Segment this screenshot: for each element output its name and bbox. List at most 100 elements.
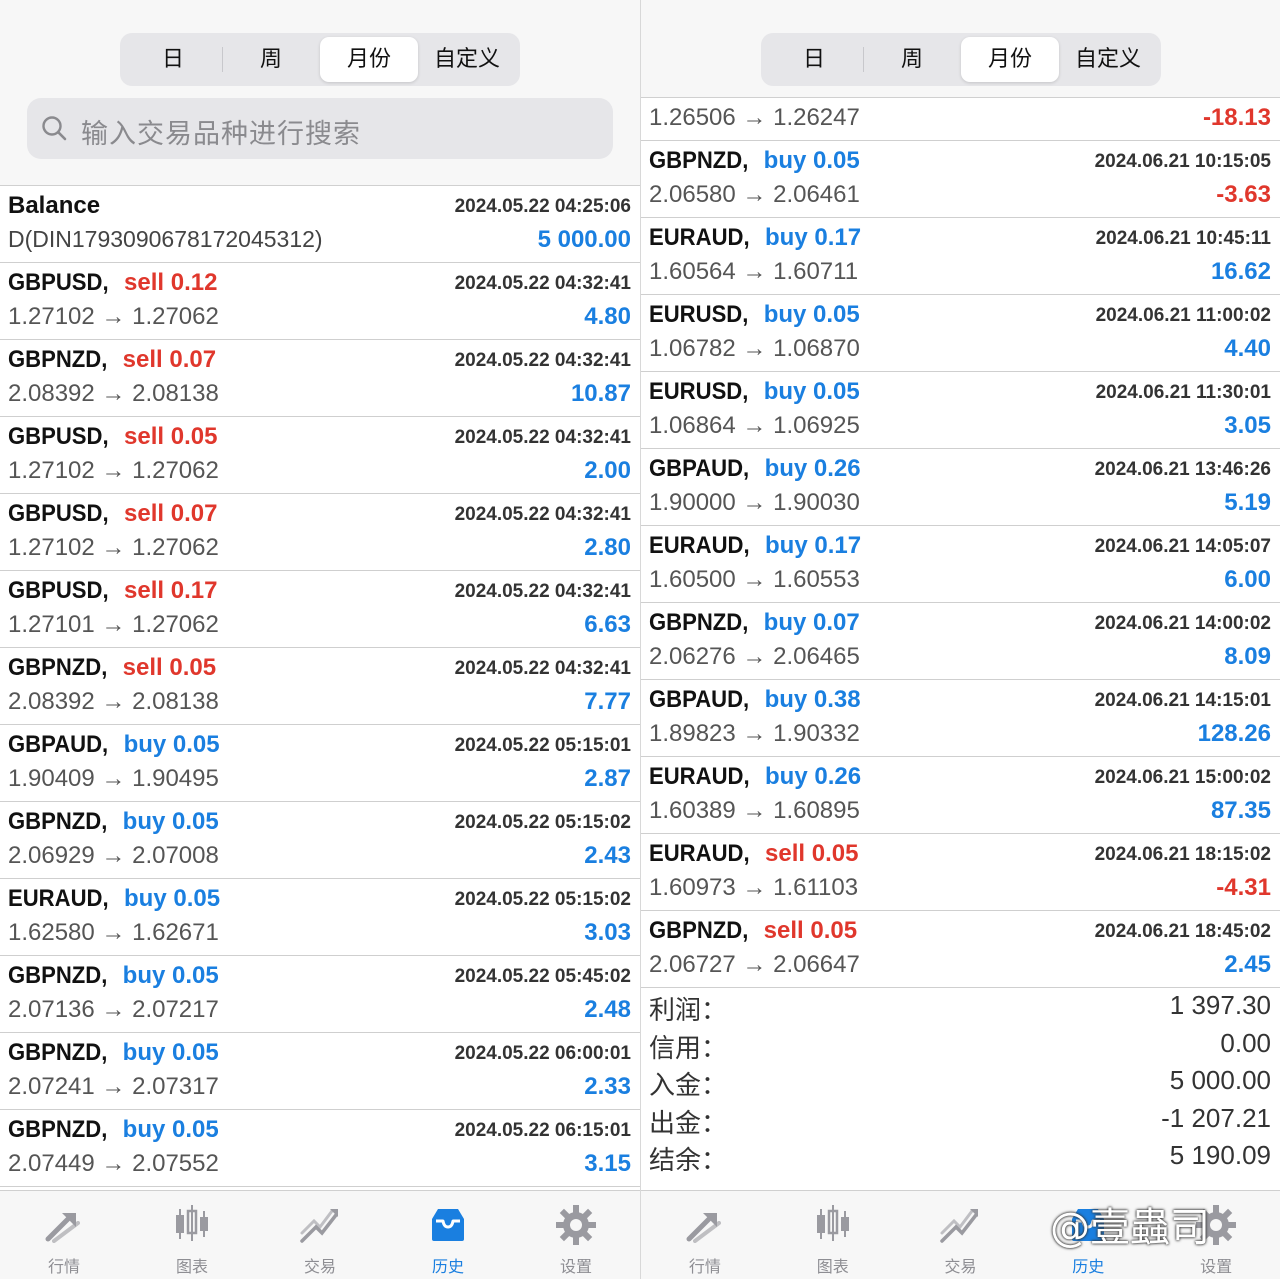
- deal-list: Balance 2024.05.22 04:25:06 D(DIN1793090…: [0, 186, 640, 1187]
- summary-label: 入金：: [649, 1071, 728, 1101]
- deal-side-volume: sell 0.17: [124, 577, 218, 604]
- balance-label: Balance: [8, 192, 101, 219]
- deal-symbol: GBPNZD,: [8, 346, 108, 373]
- balance-row[interactable]: Balance 2024.05.22 04:25:06 D(DIN1793090…: [0, 186, 640, 263]
- deal-profit: 2.80: [584, 534, 631, 561]
- deal-row[interactable]: GBPUSD, sell 0.12 2024.05.22 04:32:41 1.27…: [0, 263, 640, 340]
- deal-time: 2024.06.21 14:00:02: [1094, 613, 1271, 634]
- segment-day[interactable]: 日: [124, 37, 222, 82]
- deal-side-volume: sell 0.05: [765, 840, 859, 867]
- segment-custom[interactable]: 自定义: [1059, 37, 1157, 82]
- deal-symbol-line: GBPNZD, buy 0.05: [649, 147, 860, 175]
- deal-symbol: GBPNZD,: [8, 808, 108, 835]
- deal-prices: 2.07241 → 2.07317: [8, 1073, 219, 1100]
- deal-row[interactable]: GBPUSD, sell 0.05 2024.05.22 04:32:41 1.27…: [0, 417, 640, 494]
- left-screen: 日 周 月份 自定义 输入交易品种进行搜索 Balance 2024.05.22…: [0, 0, 640, 1279]
- segment-week[interactable]: 周: [222, 37, 320, 82]
- deal-row[interactable]: GBPAUD, buy 0.38 2024.06.21 14:15:01 1.898…: [641, 680, 1280, 757]
- deal-profit: -4.31: [1216, 874, 1271, 901]
- deal-row[interactable]: EURAUD, buy 0.17 2024.06.21 10:45:11 1.605…: [641, 218, 1280, 295]
- segment-custom[interactable]: 自定义: [418, 37, 516, 82]
- tab-quotes[interactable]: 行情: [0, 1191, 128, 1279]
- deal-time: 2024.06.21 14:15:01: [1094, 690, 1271, 711]
- deal-side-volume: buy 0.05: [123, 731, 220, 758]
- deal-symbol: GBPNZD,: [649, 917, 749, 944]
- summary-row: 入金： 5 000.00: [641, 1061, 1280, 1101]
- deal-row[interactable]: GBPNZD, buy 0.05 2024.05.22 05:45:02 2.071…: [0, 956, 640, 1033]
- deal-row[interactable]: GBPNZD, buy 0.05 2024.06.21 10:15:05 2.065…: [641, 141, 1280, 218]
- deal-row[interactable]: GBPNZD, buy 0.05 2024.05.22 06:15:01 2.074…: [0, 1110, 640, 1187]
- tab-trade[interactable]: 交易: [897, 1191, 1025, 1279]
- deal-row[interactable]: GBPNZD, buy 0.07 2024.06.21 14:00:02 2.062…: [641, 603, 1280, 680]
- deal-profit: 8.09: [1224, 643, 1271, 670]
- deal-time: 2024.06.21 10:15:05: [1094, 151, 1271, 172]
- deal-row[interactable]: GBPAUD, buy 0.26 2024.06.21 13:46:26 1.900…: [641, 449, 1280, 526]
- deal-side-volume: buy 0.05: [122, 808, 219, 835]
- tab-chart[interactable]: 图表: [128, 1191, 256, 1279]
- deal-prices: 1.06782 → 1.06870: [649, 335, 860, 362]
- deal-symbol: EURAUD,: [8, 885, 109, 912]
- deal-prices: 1.27102 → 1.27062: [8, 457, 219, 484]
- deal-prices: 1.06864 → 1.06925: [649, 412, 860, 439]
- tab-label: 历史: [1072, 1257, 1105, 1276]
- deal-row[interactable]: GBPNZD, buy 0.05 2024.05.22 05:15:02 2.069…: [0, 802, 640, 879]
- deal-row[interactable]: GBPUSD, sell 0.07 2024.05.22 04:32:41 1.27…: [0, 494, 640, 571]
- deal-list: 1.26506 → 1.26247 -18.13 GBPNZD, buy 0.05 2…: [641, 64, 1280, 988]
- deal-side-volume: buy 0.05: [124, 885, 221, 912]
- segment-month[interactable]: 月份: [961, 37, 1059, 82]
- tab-trade[interactable]: 交易: [256, 1191, 384, 1279]
- settings-icon: [556, 1205, 596, 1245]
- deal-prices: 2.08392 → 2.08138: [8, 688, 219, 715]
- summary-label: 出金：: [649, 1108, 728, 1139]
- tab-chart[interactable]: 图表: [769, 1191, 897, 1279]
- deal-symbol-line: GBPNZD, buy 0.05: [8, 808, 219, 836]
- deal-symbol: EURAUD,: [649, 224, 750, 251]
- tab-label: 交易: [303, 1257, 336, 1276]
- deal-row[interactable]: EURUSD, buy 0.05 2024.06.21 11:30:01 1.068…: [641, 372, 1280, 449]
- deal-time: 2024.06.21 18:15:02: [1094, 844, 1271, 865]
- deal-row[interactable]: GBPNZD, sell 0.05 2024.06.21 18:45:02 2.06…: [641, 911, 1280, 988]
- deal-time: 2024.06.21 15:00:02: [1094, 767, 1271, 788]
- deal-symbol: GBPNZD,: [8, 962, 108, 989]
- tab-history[interactable]: 历史: [384, 1191, 512, 1279]
- deal-row[interactable]: GBPNZD, buy 0.05 2024.05.22 06:00:01 2.072…: [0, 1033, 640, 1110]
- segment-day[interactable]: 日: [765, 37, 863, 82]
- deal-prices: 2.08392 → 2.08138: [8, 380, 219, 407]
- summary-label: 信用：: [649, 1033, 728, 1064]
- tab-settings[interactable]: 设置: [512, 1191, 640, 1279]
- summary-value: 1 397.30: [1169, 990, 1271, 1020]
- deal-row[interactable]: GBPNZD, sell 0.07 2024.05.22 04:32:41 2.08…: [0, 340, 640, 417]
- deal-row[interactable]: EURUSD, buy 0.05 2024.06.21 11:00:02 1.067…: [641, 295, 1280, 372]
- tab-quotes[interactable]: 行情: [641, 1191, 769, 1279]
- deal-prices: 1.26506 → 1.26247: [649, 104, 860, 131]
- deal-prices: 1.27102 → 1.27062: [8, 534, 219, 561]
- deal-symbol: GBPAUD,: [649, 686, 750, 713]
- deal-time: 2024.05.22 04:32:41: [454, 350, 631, 371]
- deal-row[interactable]: EURAUD, sell 0.05 2024.06.21 18:15:02 1.60…: [641, 834, 1280, 911]
- deal-row[interactable]: EURAUD, buy 0.26 2024.06.21 15:00:02 1.603…: [641, 757, 1280, 834]
- deal-time: 2024.05.22 04:32:41: [454, 427, 631, 448]
- deal-symbol: GBPNZD,: [649, 609, 749, 636]
- deal-row[interactable]: GBPNZD, sell 0.05 2024.05.22 04:32:41 2.08…: [0, 648, 640, 725]
- deal-row[interactable]: GBPUSD, sell 0.17 2024.05.22 04:32:41 1.27…: [0, 571, 640, 648]
- deal-row[interactable]: GBPAUD, buy 0.05 2024.05.22 05:15:01 1.904…: [0, 725, 640, 802]
- deal-prices: 1.62580 → 1.62671: [8, 919, 219, 946]
- segment-month[interactable]: 月份: [320, 37, 418, 82]
- deal-row[interactable]: EURAUD, buy 0.05 2024.05.22 05:15:02 1.625…: [0, 879, 640, 956]
- deal-side-volume: buy 0.05: [763, 147, 860, 174]
- deal-profit: 4.80: [584, 303, 631, 330]
- deal-profit: -3.63: [1216, 181, 1271, 208]
- deal-time: 2024.05.22 05:45:02: [454, 966, 631, 987]
- symbol-search-input[interactable]: 输入交易品种进行搜索: [27, 98, 613, 159]
- tab-label: 行情: [688, 1257, 721, 1276]
- deal-time: 2024.06.21 13:46:26: [1094, 459, 1271, 480]
- segment-week[interactable]: 周: [863, 37, 961, 82]
- trade-icon: [300, 1209, 338, 1243]
- summary-row: 利润： 1 397.30: [641, 986, 1280, 1026]
- deal-side-volume: buy 0.05: [763, 301, 860, 328]
- deal-symbol: GBPAUD,: [8, 731, 109, 758]
- deal-side-volume: buy 0.05: [122, 1039, 219, 1066]
- deal-symbol-line: GBPNZD, sell 0.05: [8, 654, 216, 682]
- deal-row[interactable]: EURAUD, buy 0.17 2024.06.21 14:05:07 1.605…: [641, 526, 1280, 603]
- tab-label: 图表: [816, 1257, 849, 1276]
